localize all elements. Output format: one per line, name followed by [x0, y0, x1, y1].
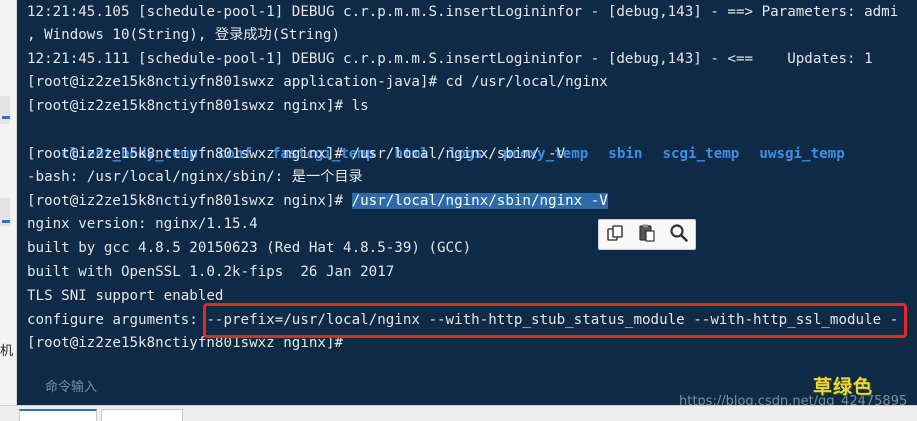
paste-button[interactable] — [634, 223, 660, 247]
ls-output: client_body_temp conf fastcgi_temp html logs… — [27, 118, 865, 162]
terminal-line: TLS SNI support enabled — [27, 288, 224, 304]
terminal-line: [root@iz2ze15k8nctiyfn801swxz nginx]# — [27, 335, 344, 351]
watermark-brand: 草绿色 — [813, 376, 874, 398]
left-side-panel: 机 — [0, 0, 17, 421]
terminal-line: -bash: /usr/local/nginx/sbin/: 是一个目录 — [27, 169, 363, 185]
terminal-line: built by gcc 4.8.5 20150623 (Red Hat 4.8… — [27, 240, 472, 256]
terminal-line: 12:21:45.105 [schedule-pool-1] DEBUG c.r… — [27, 4, 899, 20]
panel-edge — [0, 96, 10, 124]
terminal-line: nginx version: nginx/1.15.4 — [27, 216, 258, 232]
search-button[interactable] — [666, 223, 692, 247]
shell-prompt: [root@iz2ze15k8nctiyfn801swxz nginx]# — [27, 193, 352, 209]
copy-button[interactable] — [602, 223, 628, 247]
directory-entry: uwsgi_temp — [759, 146, 845, 162]
session-tab[interactable] — [19, 409, 97, 421]
terminal-line: [root@iz2ze15k8nctiyfn801swxz nginx]# /u… — [27, 146, 566, 162]
panel-text-fragment: 机 — [0, 344, 14, 359]
terminal-line: , Windows 10(String), 登录成功(String) — [27, 27, 340, 43]
terminal-line: [root@iz2ze15k8nctiyfn801swxz applicatio… — [27, 74, 608, 90]
panel-marker — [2, 220, 10, 223]
copy-icon — [605, 223, 625, 247]
session-tab[interactable] — [101, 409, 183, 421]
terminal-line: built with OpenSSL 1.0.2k-fips 26 Jan 20… — [27, 264, 395, 280]
configure-arguments-line: configure arguments: --prefix=/usr/local… — [27, 312, 899, 328]
command-input[interactable]: 命令输入 — [45, 378, 97, 398]
directory-entry: sbin — [608, 146, 643, 162]
panel-marker — [2, 116, 10, 119]
terminal-line: [root@iz2ze15k8nctiyfn801swxz nginx]# ls — [27, 98, 369, 114]
selected-command[interactable]: /usr/local/nginx/sbin/nginx -V — [351, 193, 608, 209]
paste-icon — [637, 223, 657, 247]
terminal-line-selected[interactable]: [root@iz2ze15k8nctiyfn801swxz nginx]# /u… — [27, 189, 608, 213]
terminal-line: 12:21:45.111 [schedule-pool-1] DEBUG c.r… — [27, 51, 873, 67]
bottom-tab-bar — [0, 405, 917, 421]
terminal-output[interactable]: 12:21:45.105 [schedule-pool-1] DEBUG c.r… — [17, 0, 917, 409]
directory-entry: scgi_temp — [662, 146, 740, 162]
selection-toolbar — [598, 219, 696, 250]
search-icon — [669, 223, 689, 247]
